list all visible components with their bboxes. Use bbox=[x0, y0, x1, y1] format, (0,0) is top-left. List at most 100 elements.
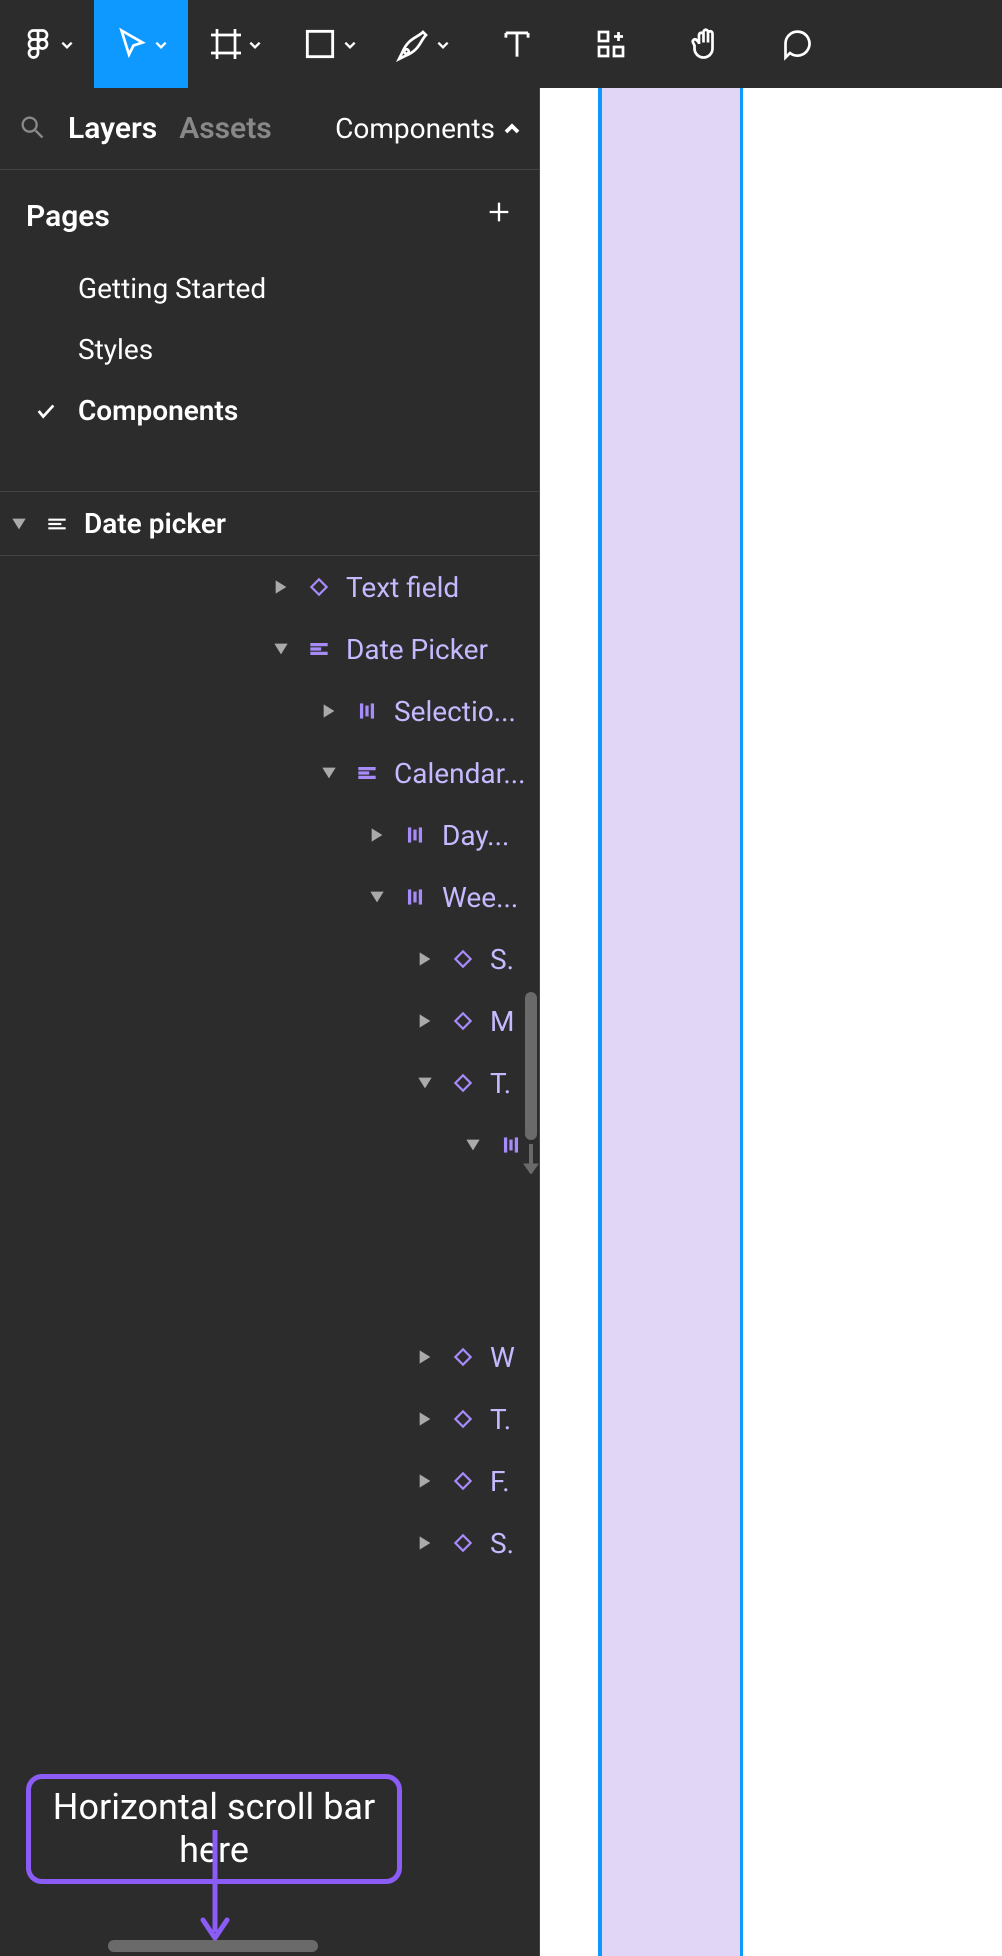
layer-row[interactable]: Day... bbox=[0, 804, 539, 866]
canvas-component-strip bbox=[602, 88, 740, 1956]
layer-row[interactable]: S. bbox=[0, 1512, 539, 1574]
expand-toggle[interactable] bbox=[414, 1470, 436, 1492]
check-icon bbox=[35, 400, 57, 422]
layer-label: T. bbox=[490, 1067, 511, 1100]
resources-icon bbox=[593, 26, 629, 62]
page-name: Getting Started bbox=[78, 272, 266, 305]
diamond-icon bbox=[448, 1466, 478, 1496]
expand-toggle[interactable] bbox=[414, 1346, 436, 1368]
pages-header: Pages bbox=[0, 170, 539, 258]
layer-label: Selectio... bbox=[394, 695, 516, 728]
layer-row[interactable]: T. bbox=[0, 1388, 539, 1450]
expand-toggle[interactable] bbox=[318, 700, 340, 722]
autolayout-h-icon bbox=[304, 634, 334, 664]
left-panel: Layers Assets Components Pages Getting S… bbox=[0, 88, 540, 1956]
page-name: Components bbox=[78, 394, 238, 427]
diamond-icon bbox=[448, 1068, 478, 1098]
chevron-down-icon bbox=[248, 37, 262, 51]
layer-row[interactable]: S. bbox=[0, 928, 539, 990]
layer-row[interactable]: Calendar... bbox=[0, 742, 539, 804]
layer-label: Wee... bbox=[442, 881, 518, 914]
expand-toggle[interactable] bbox=[414, 1072, 436, 1094]
frame-icon bbox=[42, 509, 72, 539]
page-item[interactable]: Getting Started bbox=[0, 258, 539, 319]
cursor-icon bbox=[114, 26, 150, 62]
frame-icon bbox=[208, 26, 244, 62]
layer-label: S. bbox=[490, 1527, 514, 1560]
figma-logo-icon bbox=[20, 26, 56, 62]
plus-icon bbox=[485, 198, 513, 226]
diamond-icon bbox=[448, 944, 478, 974]
expand-toggle[interactable] bbox=[318, 762, 340, 784]
layer-label: Text field bbox=[346, 571, 459, 604]
page-selector-label: Components bbox=[335, 112, 495, 145]
search-button[interactable] bbox=[18, 113, 46, 145]
layer-label: Day... bbox=[442, 819, 509, 852]
chevron-down-icon bbox=[436, 37, 450, 51]
expand-toggle[interactable] bbox=[366, 824, 388, 846]
chevron-up-icon bbox=[503, 120, 521, 138]
layer-label: W bbox=[490, 1341, 515, 1374]
layer-row[interactable]: F. bbox=[0, 1450, 539, 1512]
layer-row[interactable]: Date Picker bbox=[0, 618, 539, 680]
layer-row[interactable]: M bbox=[0, 990, 539, 1052]
layers-tree: Date picker Text field Date Picker Selecti… bbox=[0, 492, 539, 1956]
diamond-icon bbox=[448, 1404, 478, 1434]
expand-toggle[interactable] bbox=[270, 576, 292, 598]
panel-tabs: Layers Assets Components bbox=[0, 88, 539, 170]
diamond-icon bbox=[448, 1528, 478, 1558]
expand-toggle[interactable] bbox=[270, 638, 292, 660]
layer-row[interactable] bbox=[0, 1114, 539, 1176]
pen-icon bbox=[396, 26, 432, 62]
layer-label: F. bbox=[490, 1465, 510, 1498]
chevron-down-icon bbox=[343, 37, 357, 51]
page-name: Styles bbox=[78, 333, 153, 366]
figma-menu-button[interactable] bbox=[0, 0, 94, 88]
layer-row[interactable]: W bbox=[0, 1326, 539, 1388]
expand-toggle[interactable] bbox=[366, 886, 388, 908]
add-page-button[interactable] bbox=[485, 198, 513, 234]
layer-row[interactable]: Selectio... bbox=[0, 680, 539, 742]
comment-tool-button[interactable] bbox=[752, 0, 846, 88]
bars-v-icon bbox=[400, 820, 430, 850]
expand-toggle[interactable] bbox=[414, 948, 436, 970]
annotation-arrow-icon bbox=[200, 1830, 230, 1950]
tab-assets[interactable]: Assets bbox=[179, 111, 272, 146]
tab-layers[interactable]: Layers bbox=[68, 111, 157, 146]
diamond-icon bbox=[304, 572, 334, 602]
layer-label: Date Picker bbox=[346, 633, 488, 666]
vertical-scrollbar[interactable] bbox=[525, 992, 537, 1140]
expand-toggle[interactable] bbox=[8, 513, 30, 535]
pen-tool-button[interactable] bbox=[376, 0, 470, 88]
check-slot bbox=[34, 400, 58, 422]
text-tool-button[interactable] bbox=[470, 0, 564, 88]
rectangle-icon bbox=[301, 25, 339, 63]
page-selector[interactable]: Components bbox=[335, 112, 521, 145]
rectangle-tool-button[interactable] bbox=[282, 0, 376, 88]
hand-tool-button[interactable] bbox=[658, 0, 752, 88]
top-toolbar bbox=[0, 0, 1002, 88]
canvas-area[interactable] bbox=[540, 88, 1002, 1956]
expand-toggle[interactable] bbox=[414, 1408, 436, 1430]
diamond-icon bbox=[448, 1006, 478, 1036]
selection-edge-right bbox=[740, 88, 743, 1956]
bars-v-icon bbox=[352, 696, 382, 726]
page-item[interactable]: Styles bbox=[0, 319, 539, 380]
pages-section: Pages Getting Started Styles Components bbox=[0, 170, 539, 492]
diamond-icon bbox=[448, 1342, 478, 1372]
layer-label: T. bbox=[490, 1403, 511, 1436]
layer-row[interactable]: T. bbox=[0, 1052, 539, 1114]
expand-toggle[interactable] bbox=[414, 1532, 436, 1554]
layer-row[interactable]: Text field bbox=[0, 556, 539, 618]
layer-row[interactable]: Wee... bbox=[0, 866, 539, 928]
expand-toggle[interactable] bbox=[462, 1134, 484, 1156]
frame-tool-button[interactable] bbox=[188, 0, 282, 88]
resources-button[interactable] bbox=[564, 0, 658, 88]
move-tool-button[interactable] bbox=[94, 0, 188, 88]
layer-label: Date picker bbox=[84, 507, 226, 540]
search-icon bbox=[18, 113, 46, 141]
expand-toggle[interactable] bbox=[414, 1010, 436, 1032]
autolayout-h-icon bbox=[352, 758, 382, 788]
page-item[interactable]: Components bbox=[0, 380, 539, 441]
layer-row-root[interactable]: Date picker bbox=[0, 492, 539, 556]
